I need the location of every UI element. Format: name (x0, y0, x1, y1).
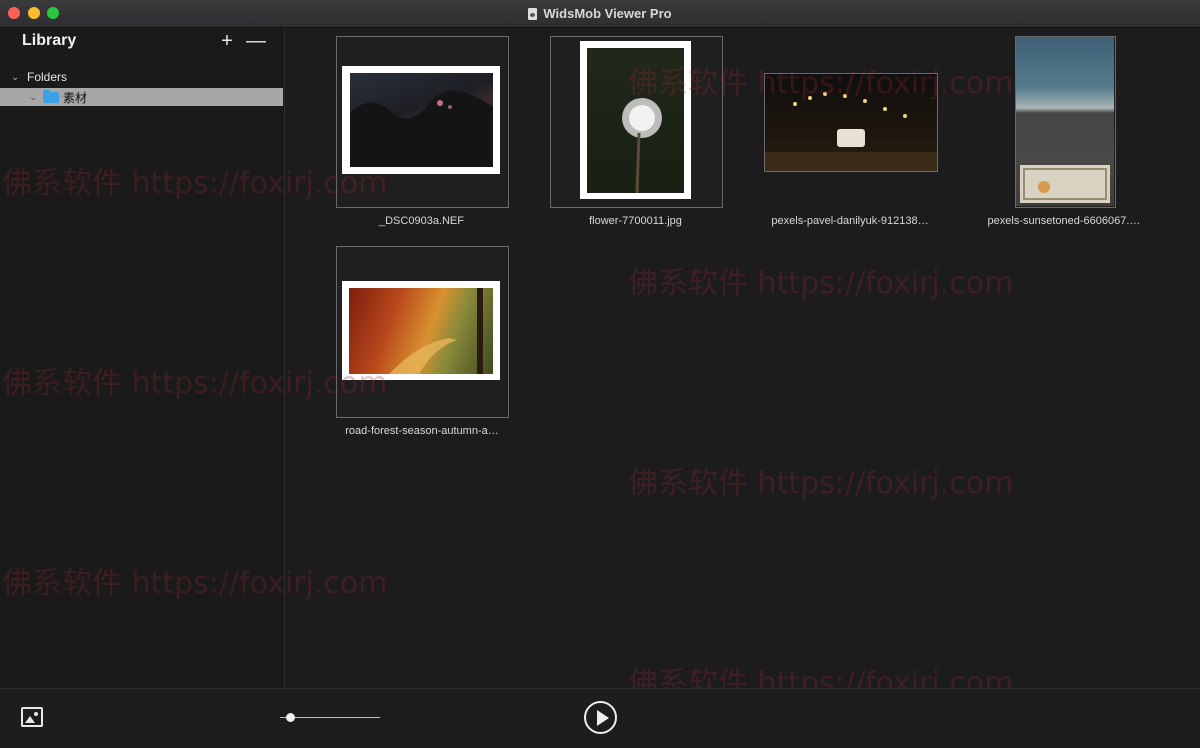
thumbnail-image[interactable] (349, 288, 493, 374)
camping-scene-graphic (765, 92, 937, 171)
thumbnail-image[interactable] (1016, 37, 1114, 206)
thumbnail-image[interactable] (587, 48, 684, 194)
zoom-slider-knob[interactable] (286, 713, 295, 722)
thumbnail-caption: pexels-sunsetoned-6606067.… (987, 215, 1141, 227)
image-icon[interactable] (21, 707, 43, 727)
thumbnail-image[interactable] (764, 73, 938, 172)
thumbnail-caption: pexels-pavel-danilyuk-912138… (771, 215, 929, 227)
zoom-slider[interactable] (280, 717, 380, 718)
thumbnail-caption: flower-7700011.jpg (589, 215, 682, 227)
thumbnail-caption: _DSC0903a.NEF (379, 215, 464, 227)
thumbnail-caption: road-forest-season-autumn-a… (345, 425, 499, 437)
beach-blanket-graphic (1020, 165, 1110, 203)
bottom-toolbar (0, 688, 1200, 748)
thumbnail-grid: _DSC0903a.NEF flower-7700011.jpg pexels-… (0, 0, 1200, 688)
dandelion-graphic (622, 98, 662, 194)
autumn-road-graphic (389, 288, 483, 374)
play-slideshow-button[interactable] (584, 701, 617, 734)
night-scene-graphic (350, 90, 493, 167)
thumbnail-image[interactable] (350, 73, 493, 167)
